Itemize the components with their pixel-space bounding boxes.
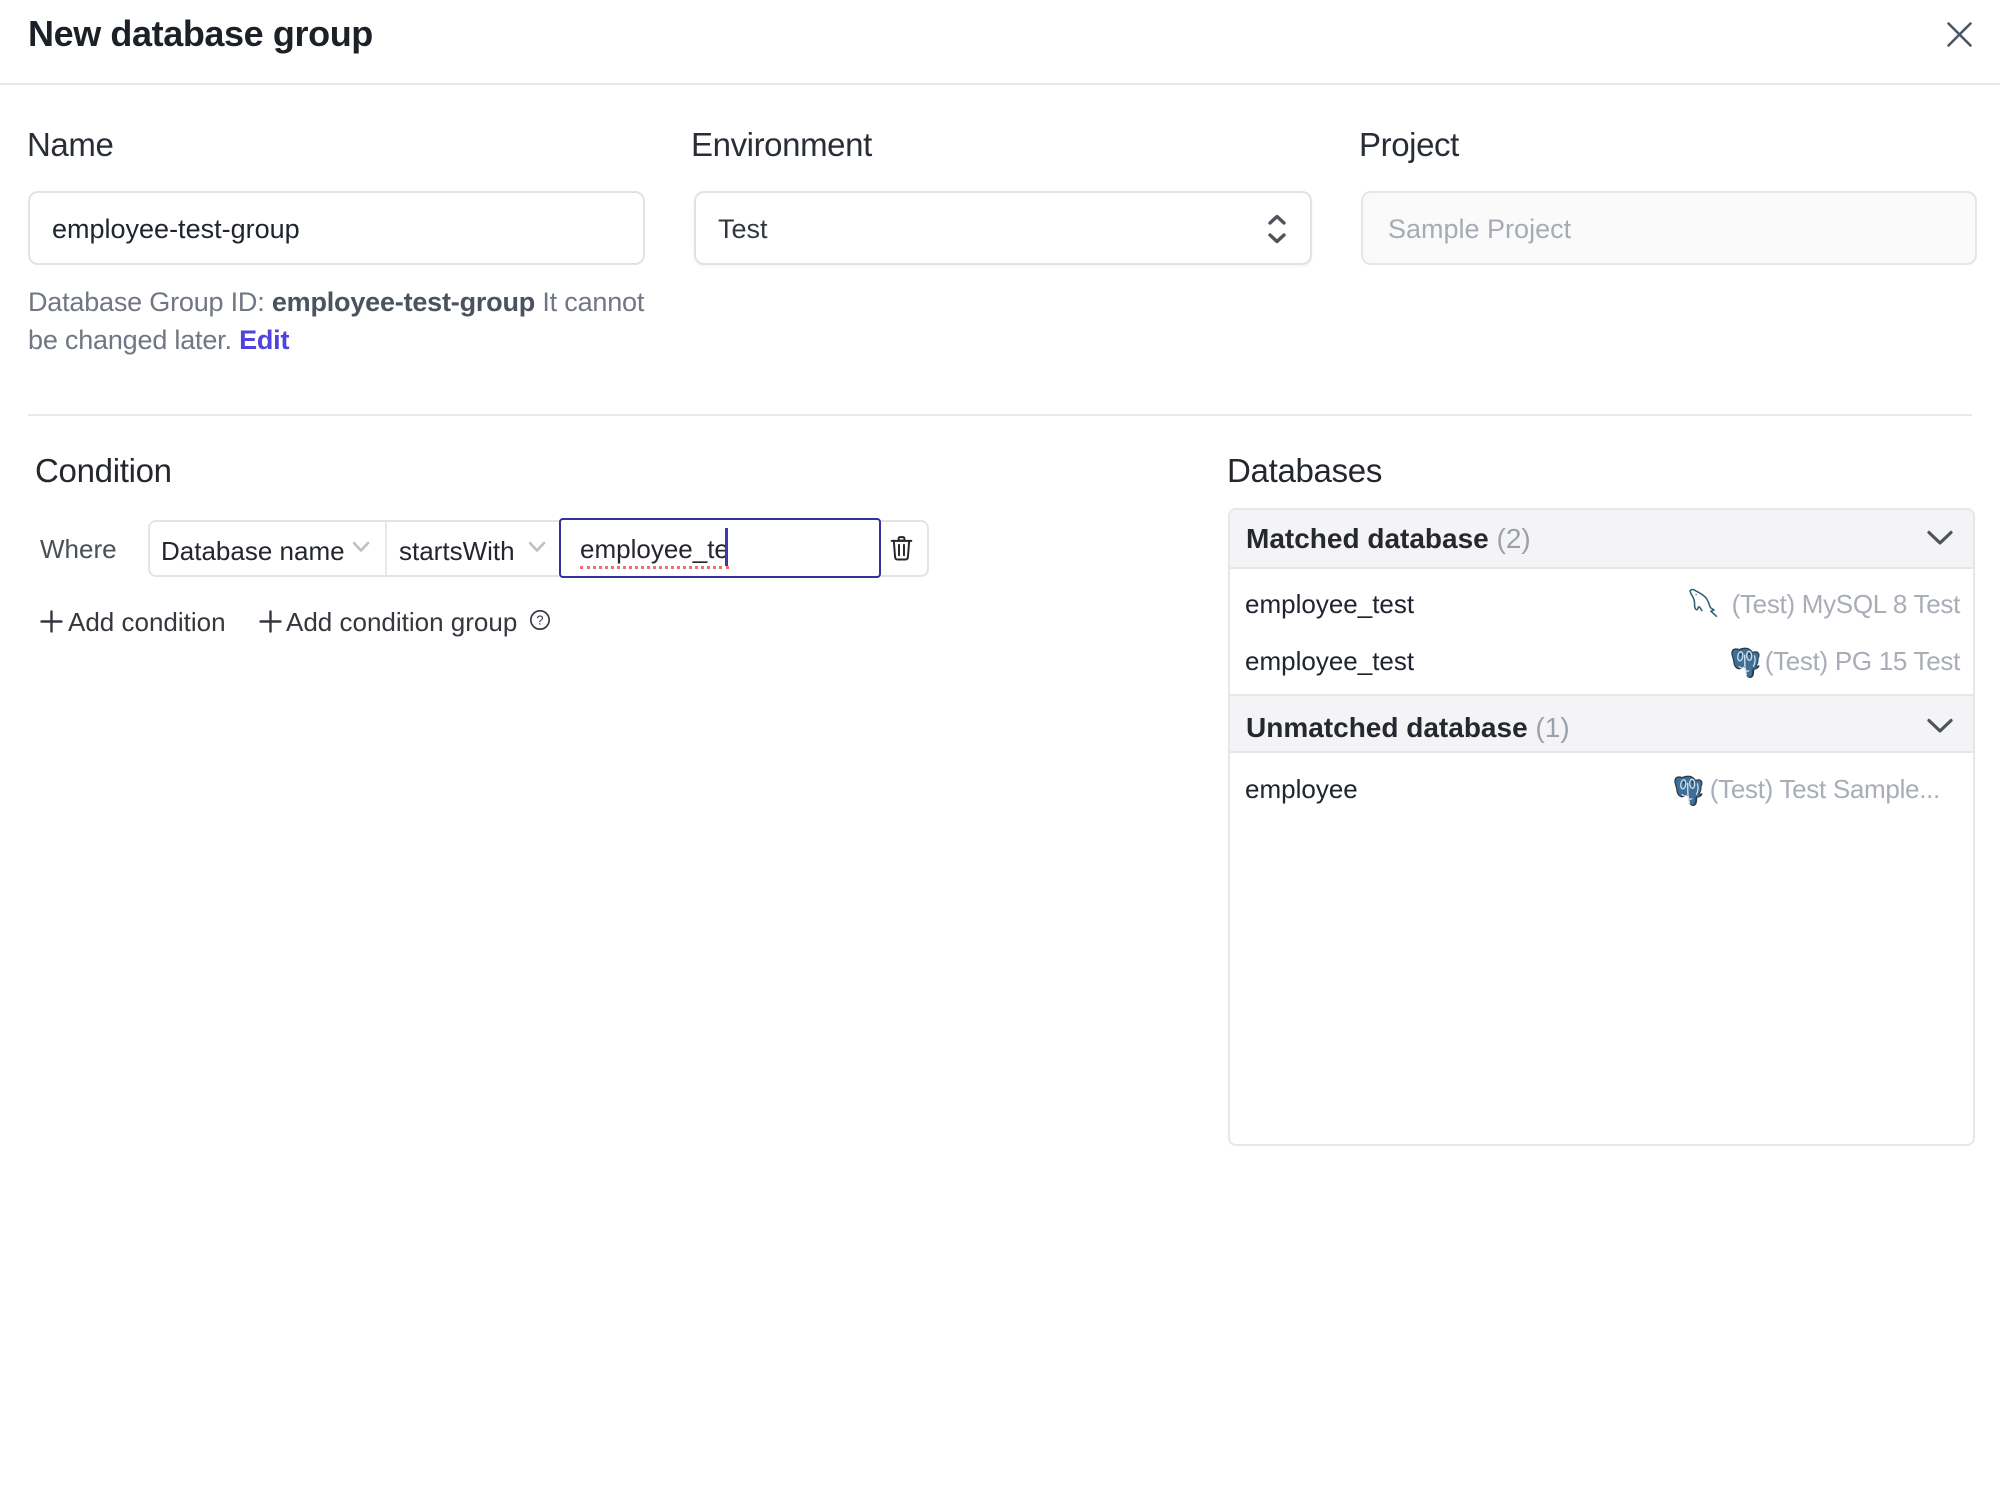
- svg-text:?: ?: [536, 613, 543, 628]
